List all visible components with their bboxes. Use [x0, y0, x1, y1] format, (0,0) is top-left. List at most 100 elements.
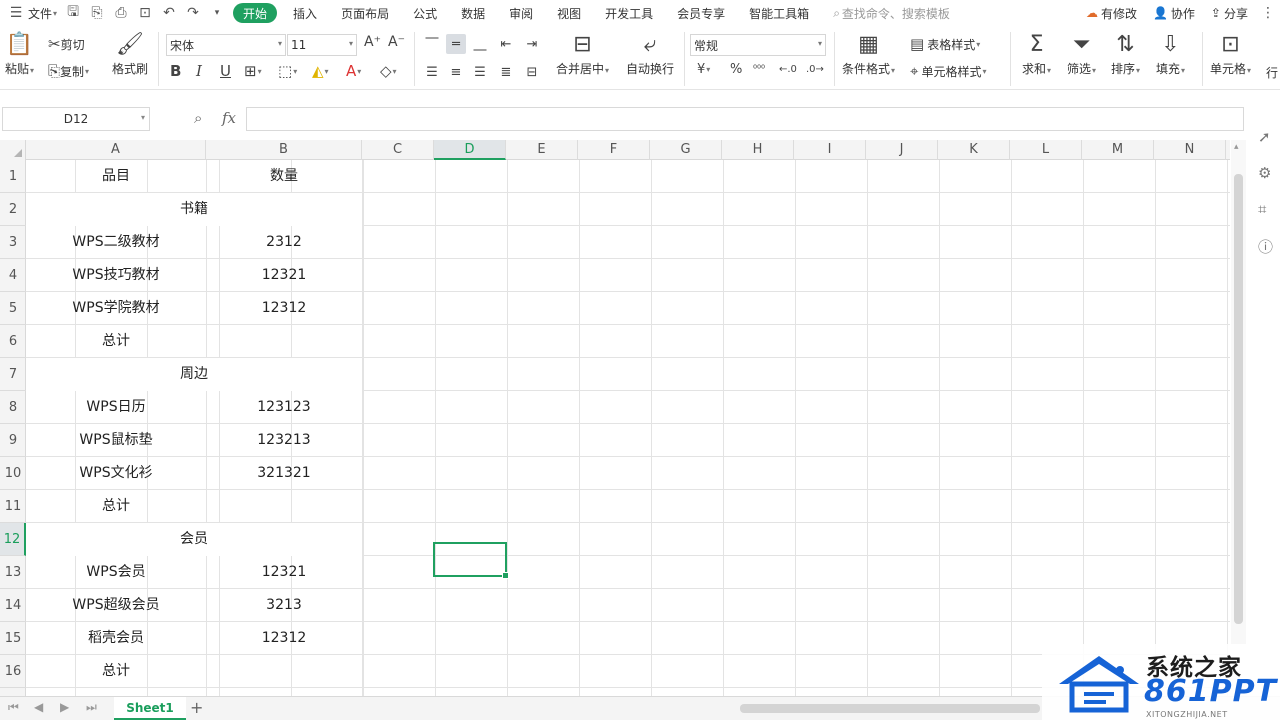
menu-tab[interactable]: 视图 — [545, 0, 593, 26]
row-header[interactable]: 8 — [0, 391, 26, 424]
row-header[interactable]: 17 — [0, 688, 26, 696]
cell-quantity[interactable] — [206, 688, 362, 696]
column-header[interactable]: B — [206, 140, 362, 160]
font-name-select[interactable]: 宋体 ▾ — [166, 34, 286, 56]
merged-category-cell[interactable]: 书籍 — [26, 193, 362, 226]
cell-quantity[interactable]: 2312 — [206, 226, 362, 259]
redo-icon[interactable]: ↷ — [181, 1, 205, 25]
format-painter-button[interactable]: 🖌 格式刷 — [112, 30, 148, 77]
font-size-select[interactable]: 11 ▾ — [287, 34, 357, 56]
scroll-up-icon[interactable]: ▴ — [1234, 142, 1239, 152]
decrease-indent-icon[interactable]: ⇤ — [496, 34, 516, 54]
row-header[interactable]: 15 — [0, 622, 26, 655]
cell-item-name[interactable]: 稻壳会员 — [26, 622, 206, 655]
row-header[interactable]: 7 — [0, 358, 26, 391]
table-style-button[interactable]: ▤ 表格样式 ▾ — [910, 35, 980, 53]
next-sheet-icon[interactable]: ▶ — [60, 700, 69, 714]
cell-quantity[interactable]: 123123 — [206, 391, 362, 424]
cell-item-name[interactable]: WPS技巧教材 — [26, 259, 206, 292]
cut-button[interactable]: ✂ 剪切 — [48, 35, 85, 53]
row-header[interactable]: 3 — [0, 226, 26, 259]
merge-center-button[interactable]: ⊟ 合并居中▾ — [556, 30, 609, 77]
percent-button[interactable]: % — [730, 62, 742, 77]
currency-button[interactable]: ¥ ▾ — [697, 62, 710, 77]
cell-quantity[interactable]: 12312 — [206, 292, 362, 325]
cell-quantity[interactable]: 123213 — [206, 424, 362, 457]
cell-item-name[interactable]: WPS日历 — [26, 391, 206, 424]
column-header[interactable]: G — [650, 140, 722, 160]
row-header[interactable]: 2 — [0, 193, 26, 226]
cell-item-name[interactable]: WPS超级会员 — [26, 589, 206, 622]
sum-button[interactable]: Σ 求和▾ — [1022, 30, 1051, 77]
cell-item-name[interactable]: 总计 — [26, 490, 206, 523]
row-header[interactable]: 6 — [0, 325, 26, 358]
cell-area[interactable]: 品目 数量 书籍 WPS二级教材 2312 WPS技巧教材 12321 WPS学院教材 1231… — [26, 160, 1230, 696]
column-header[interactable]: C — [362, 140, 434, 160]
cell-quantity[interactable]: 12321 — [206, 259, 362, 292]
merged-category-cell[interactable]: 会员 — [26, 523, 362, 556]
align-top-icon[interactable]: ⎺ — [422, 34, 442, 54]
menu-tab[interactable]: 数据 — [449, 0, 497, 26]
cell-quantity[interactable]: 12321 — [206, 556, 362, 589]
conditional-format-button[interactable]: ▦ 条件格式▾ — [842, 30, 895, 77]
decrease-font-icon[interactable]: A⁻ — [388, 34, 405, 50]
cell-quantity[interactable]: 数量 — [206, 160, 362, 193]
copy-button[interactable]: ⎘ 复制 ▾ — [48, 62, 89, 80]
thousands-separator-icon[interactable]: ⁰⁰⁰ — [753, 64, 765, 75]
menu-tab[interactable]: 审阅 — [497, 0, 545, 26]
prev-sheet-icon[interactable]: ◀ — [34, 700, 43, 714]
increase-font-icon[interactable]: A⁺ — [364, 34, 381, 50]
row-header[interactable]: 12 — [0, 523, 26, 556]
active-cell-selection[interactable] — [433, 542, 509, 579]
column-header[interactable]: D — [434, 140, 506, 160]
column-header[interactable]: E — [506, 140, 578, 160]
cell-button[interactable]: ⊡ 单元格▾ — [1210, 30, 1251, 77]
save-icon[interactable]: 🖫 — [61, 1, 85, 25]
cell-quantity[interactable]: 321321 — [206, 457, 362, 490]
menu-tab[interactable]: 智能工具箱 — [737, 0, 821, 26]
print-preview-icon[interactable]: ⊡ — [133, 1, 157, 25]
formula-input[interactable] — [246, 107, 1244, 131]
cell-fill-pattern-icon[interactable]: ⬚ ▾ — [278, 62, 297, 80]
increase-indent-icon[interactable]: ⇥ — [522, 34, 542, 54]
share-button[interactable]: ⇪ 分享 — [1203, 0, 1256, 26]
sort-button[interactable]: ⇅ 排序▾ — [1111, 30, 1140, 77]
cell-quantity[interactable] — [206, 655, 362, 688]
menu-tab[interactable]: 插入 — [281, 0, 329, 26]
fill-button[interactable]: ⇩ 填充▾ — [1156, 30, 1185, 77]
vertical-scroll-thumb[interactable] — [1234, 174, 1243, 624]
file-menu[interactable]: ☰ 文件 ▾ — [0, 0, 61, 26]
column-header[interactable]: I — [794, 140, 866, 160]
italic-icon[interactable]: I — [196, 62, 202, 80]
underline-icon[interactable]: U — [220, 62, 231, 80]
font-color-icon[interactable]: A ▾ — [346, 62, 361, 80]
cell-item-name[interactable]: WPS二级教材 — [26, 226, 206, 259]
cell-item-name[interactable]: WPS学院教材 — [26, 292, 206, 325]
paste-button[interactable]: 📋 粘贴▾ — [5, 30, 34, 77]
decrease-decimal-icon[interactable]: .0→ — [806, 64, 824, 75]
column-header[interactable]: A — [26, 140, 206, 160]
column-header[interactable]: K — [938, 140, 1010, 160]
cell-quantity[interactable]: 3213 — [206, 589, 362, 622]
cell-quantity[interactable] — [206, 325, 362, 358]
last-sheet-icon[interactable]: ⏭ — [86, 700, 97, 715]
column-header[interactable]: F — [578, 140, 650, 160]
align-right-icon[interactable]: ☰ — [470, 62, 490, 82]
collaborate-button[interactable]: 👤 协作 — [1145, 0, 1203, 26]
help-icon[interactable]: ⓘ — [1258, 236, 1273, 257]
row-header[interactable]: 11 — [0, 490, 26, 523]
settings-sliders-icon[interactable]: ⚙ — [1258, 164, 1271, 182]
row-header[interactable]: 10 — [0, 457, 26, 490]
wrap-text-button[interactable]: ⤶ 自动换行 — [626, 30, 674, 77]
row-header[interactable]: 16 — [0, 655, 26, 688]
increase-decimal-icon[interactable]: ←.0 — [779, 64, 797, 75]
zoom-search-icon[interactable]: ⌕ — [194, 109, 202, 127]
border-icon[interactable]: ⊞ ▾ — [244, 62, 262, 80]
cell-item-name[interactable] — [26, 688, 206, 696]
undo-icon[interactable]: ↶ — [157, 1, 181, 25]
menu-tab[interactable]: 开始 — [233, 3, 278, 23]
menu-tab[interactable]: 开发工具 — [593, 0, 665, 26]
select-all-corner[interactable] — [0, 140, 26, 160]
align-bottom-icon[interactable]: ⎽ — [470, 34, 490, 54]
sheet-tab-sheet1[interactable]: Sheet1 — [114, 697, 186, 720]
